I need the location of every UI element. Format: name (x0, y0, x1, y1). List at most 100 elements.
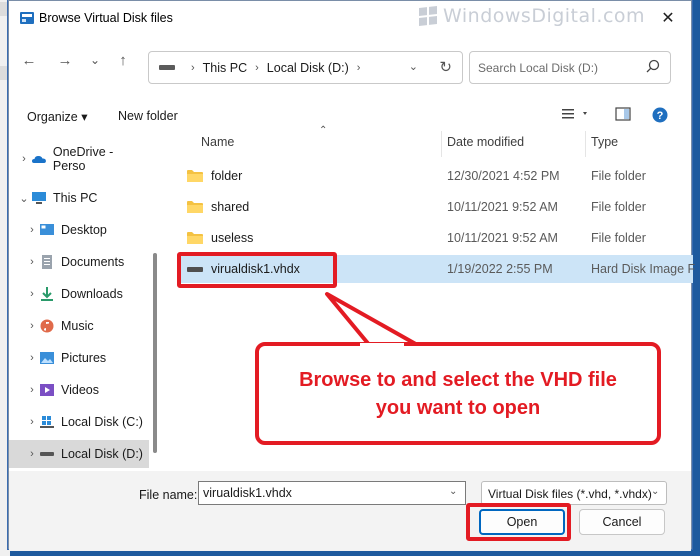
sidebar-item-label: Downloads (61, 287, 123, 301)
back-button[interactable]: ← (17, 49, 41, 71)
sidebar-item-local-disk-d[interactable]: › Local Disk (D:) (9, 440, 149, 468)
breadcrumb-this-pc[interactable]: This PC (203, 61, 247, 75)
callout-text: Browse to and select the VHD file you wa… (299, 368, 617, 419)
breadcrumb-separator-icon: › (255, 61, 259, 74)
expand-chevron-icon[interactable]: › (25, 416, 39, 428)
dialog-title: Browse Virtual Disk files (39, 11, 173, 25)
expand-chevron-icon[interactable]: › (25, 448, 39, 460)
title-bar: Browse Virtual Disk files WindowsDigital… (9, 1, 691, 35)
callout-pointer (325, 292, 423, 349)
folder-icon (187, 170, 203, 182)
file-date: 10/11/2021 9:52 AM (447, 200, 558, 214)
callout-join (360, 343, 404, 349)
file-row-folder[interactable]: folder 12/30/2021 4:52 PM File folder (179, 162, 693, 190)
forward-arrow-icon: → (57, 51, 73, 69)
forward-button[interactable]: → (53, 49, 77, 71)
file-type: File folder (591, 231, 646, 245)
sidebar-item-label: OneDrive - Perso (52, 145, 114, 173)
documents-icon (42, 255, 52, 269)
column-header-name[interactable]: Name (201, 135, 234, 149)
expand-chevron-icon[interactable]: ⌄ (17, 192, 31, 205)
file-name-label: File name: (139, 488, 198, 502)
breadcrumb-local-disk-d[interactable]: Local Disk (D:) (267, 61, 349, 75)
file-type-filter-select[interactable]: Virtual Disk files (*.vhd, *.vhdx) (481, 481, 667, 505)
sidebar-item-label: Music (61, 319, 94, 333)
file-type: Hard Disk Image F (591, 262, 696, 276)
file-name: folder (211, 169, 243, 183)
expand-chevron-icon[interactable]: › (25, 352, 39, 364)
sidebar-item-local-disk-c[interactable]: › Local Disk (C:) (9, 408, 149, 436)
column-divider[interactable] (585, 131, 586, 157)
expand-chevron-icon[interactable]: › (25, 224, 39, 236)
refresh-icon[interactable]: ↻ (439, 58, 452, 76)
browse-dialog: Browse Virtual Disk files WindowsDigital… (8, 0, 696, 551)
file-date: 1/19/2022 2:55 PM (447, 262, 553, 276)
videos-icon (40, 384, 54, 396)
sidebar-item-label: Pictures (61, 351, 107, 365)
sidebar-item-label: This PC (53, 191, 98, 205)
close-button[interactable]: ✕ (645, 1, 691, 35)
expand-chevron-icon[interactable]: › (25, 384, 39, 396)
sidebar-item-label: Videos (61, 383, 99, 397)
close-icon: ✕ (661, 10, 675, 27)
sidebar-item-downloads[interactable]: › Downloads (9, 280, 149, 308)
computer-icon (32, 192, 46, 204)
sort-ascending-icon: ⌃ (319, 125, 328, 136)
file-name-dropdown-chevron-icon[interactable]: ⌄ (449, 486, 457, 497)
help-icon[interactable]: ? (652, 107, 668, 123)
breadcrumb-separator-icon: › (191, 61, 195, 74)
watermark-text: WindowsDigital.com (443, 5, 646, 27)
search-icon[interactable] (646, 59, 660, 73)
search-placeholder: Search Local Disk (D:) (478, 60, 599, 75)
file-type: File folder (591, 200, 646, 214)
windows-drive-icon (40, 416, 54, 428)
folder-icon (187, 232, 203, 244)
preview-pane-icon[interactable] (615, 107, 631, 121)
up-button[interactable]: ↑ (111, 49, 135, 71)
chevron-down-icon: ⌄ (89, 53, 101, 67)
organize-menu[interactable]: Organize ▾ (27, 109, 87, 124)
sidebar-item-pictures[interactable]: › Pictures (9, 344, 149, 372)
navigation-bar: ← → ⌄ ↑ › This PC › Local Disk (D:) › ⌄ … (9, 35, 691, 84)
file-row-shared[interactable]: shared 10/11/2021 9:52 AM File folder (179, 193, 693, 221)
sidebar-scrollbar[interactable] (153, 253, 157, 453)
horizontal-scrollbar[interactable] (169, 454, 689, 458)
sidebar-item-videos[interactable]: › Videos (9, 376, 149, 404)
sidebar-item-label: Desktop (61, 223, 107, 237)
command-bar: Organize ▾ New folder ? (9, 97, 691, 131)
column-header-date[interactable]: Date modified (447, 135, 524, 149)
address-bar[interactable]: › This PC › Local Disk (D:) › ⌄ ↻ (148, 51, 463, 84)
back-arrow-icon: ← (21, 51, 37, 69)
sidebar-item-this-pc[interactable]: ⌄ This PC (9, 184, 149, 212)
column-header-type[interactable]: Type (591, 135, 618, 149)
filter-chevron-down-icon[interactable]: ⌄ (651, 486, 659, 497)
cancel-button[interactable]: Cancel (579, 509, 665, 535)
download-icon (41, 287, 53, 301)
expand-chevron-icon[interactable]: › (25, 320, 39, 332)
expand-chevron-icon[interactable]: › (17, 153, 31, 165)
file-name: useless (211, 231, 254, 245)
sidebar-item-label: Local Disk (C:) (61, 415, 143, 429)
highlight-open-button (466, 503, 571, 541)
sidebar-item-onedrive[interactable]: › OneDrive - Perso (9, 145, 149, 173)
search-input[interactable]: Search Local Disk (D:) (469, 51, 671, 84)
sidebar-item-label: Documents (61, 255, 125, 269)
sidebar-item-music[interactable]: › Music (9, 312, 149, 340)
expand-chevron-icon[interactable]: › (25, 288, 39, 300)
file-name-field[interactable]: virualdisk1.vhdx (198, 481, 466, 505)
sidebar-item-desktop[interactable]: › Desktop (9, 216, 149, 244)
drive-icon (159, 65, 175, 70)
file-date: 12/30/2021 4:52 PM (447, 169, 560, 183)
new-folder-button[interactable]: New folder (118, 109, 178, 123)
sidebar-item-documents[interactable]: › Documents (9, 248, 149, 276)
navigation-pane: › OneDrive - Perso ⌄ This PC › Desktop ›… (9, 133, 159, 473)
view-options-icon[interactable] (561, 107, 591, 121)
recent-locations-button[interactable]: ⌄ (83, 49, 107, 71)
instruction-callout: Browse to and select the VHD file you wa… (255, 342, 661, 445)
file-row-useless[interactable]: useless 10/11/2021 9:52 AM File folder (179, 224, 693, 252)
folder-icon (187, 201, 203, 213)
address-history-chevron-icon[interactable]: ⌄ (409, 60, 418, 73)
windows-logo-icon (419, 6, 437, 26)
expand-chevron-icon[interactable]: › (25, 256, 39, 268)
column-divider[interactable] (441, 131, 442, 157)
